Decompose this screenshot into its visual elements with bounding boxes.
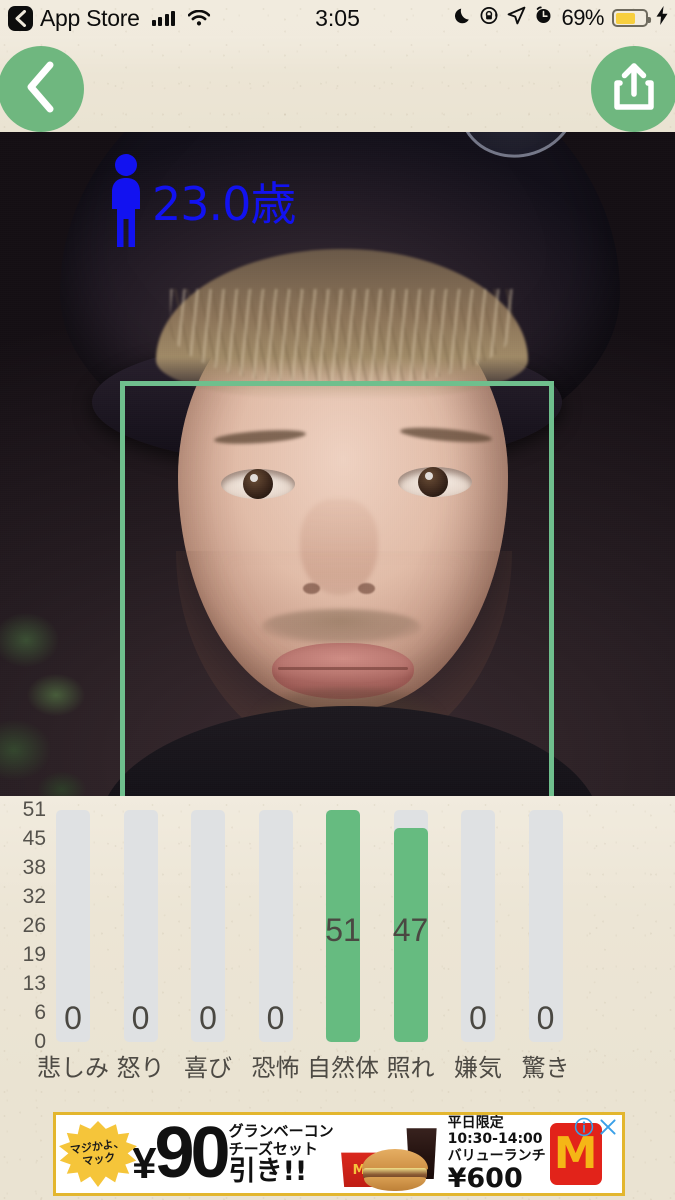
x-axis-label: 喜び	[184, 1055, 232, 1082]
chart-bar-value: 0	[536, 1000, 555, 1036]
y-axis-tick: 45	[22, 827, 46, 850]
status-bar-clock: 3:05	[315, 4, 360, 31]
chart-bar-column: 0	[56, 810, 90, 1042]
ad-offer-line-2: 10:30-14:00	[447, 1131, 543, 1148]
y-axis-tick: 19	[22, 943, 46, 966]
age-estimate-badge: 23.0歳	[104, 153, 296, 254]
burger-bun-bottom	[363, 1177, 426, 1191]
face-detection-box	[120, 381, 554, 796]
share-button[interactable]	[591, 46, 675, 132]
ad-offer-price: ¥600	[447, 1163, 523, 1195]
y-axis-tick: 26	[22, 914, 46, 937]
photo-foliage	[0, 596, 110, 796]
ad-discount-price: ¥ 90	[132, 1113, 231, 1194]
analyzed-photo[interactable]: 23.0歳	[0, 131, 675, 796]
chart-bar-column: 47	[392, 810, 429, 1042]
ad-product-line-1: グランベーコン	[228, 1121, 334, 1140]
y-axis-tick: 13	[22, 972, 46, 995]
burger-image	[361, 1149, 428, 1191]
status-bar: App Store 3:05 69%	[0, 0, 675, 36]
y-axis-tick: 6	[34, 1001, 46, 1024]
x-axis-label: 照れ	[386, 1055, 435, 1082]
x-axis-label: 自然体	[307, 1055, 379, 1082]
emotion-bar-chart: 51 45 38 32 26 19 13 6 0 0 0 0 0 51 47 0 0 悲しみ 怒り 喜び 恐怖 自然体…	[0, 796, 675, 1096]
ad-starburst: マジかよ、 マック	[56, 1115, 140, 1193]
chart-bar-column: 0	[528, 810, 563, 1042]
ad-controls	[574, 1117, 618, 1142]
chart-bar-column: 51	[325, 810, 361, 1042]
chart-bar-value: 47	[392, 912, 429, 948]
top-navigation-bar	[0, 36, 675, 132]
ad-product-name: グランベーコン チーズセット 引き!!	[229, 1115, 334, 1193]
ad-offer-line-1: 平日限定	[447, 1114, 504, 1131]
back-button[interactable]	[0, 46, 84, 132]
x-axis-label: 悲しみ	[37, 1055, 109, 1082]
y-axis-tick: 51	[22, 798, 46, 821]
chart-bar-column: 0	[123, 810, 158, 1042]
y-axis-tick: 38	[22, 856, 46, 879]
chart-bar-value: 0	[469, 1000, 487, 1036]
chart-bar-value: 0	[64, 1000, 82, 1036]
battery-low-power-icon	[612, 9, 651, 27]
ad-food-image	[336, 1115, 446, 1193]
ad-discount-amount: 90	[154, 1113, 230, 1194]
chart-bar-value: 0	[266, 1000, 285, 1036]
ad-discount-suffix: 引き!!	[228, 1156, 308, 1188]
male-person-icon	[104, 153, 148, 254]
info-circle-icon[interactable]	[574, 1117, 594, 1142]
advertisement-banner[interactable]: マジかよ、 マック ¥ 90 グランベーコン チーズセット 引き!! 平日限定 …	[53, 1112, 625, 1196]
chart-bar-value: 0	[199, 1000, 217, 1036]
x-axis-label: 怒り	[116, 1055, 165, 1082]
chart-bar-column: 0	[191, 810, 225, 1042]
x-axis-label: 恐怖	[251, 1055, 300, 1082]
x-axis-label: 嫌気	[454, 1055, 502, 1082]
chart-bar-column: 0	[258, 810, 293, 1042]
age-value-label: 23.0歳	[152, 176, 296, 231]
y-axis-tick: 32	[22, 885, 46, 908]
ad-offer-details: 平日限定 10:30-14:00 バリューランチ ¥600	[448, 1115, 546, 1193]
chart-bars: 0 0 0 0 51 47 0 0	[56, 810, 616, 1042]
close-x-icon[interactable]	[598, 1117, 618, 1142]
x-axis-label: 驚き	[521, 1055, 570, 1082]
share-upload-icon	[612, 62, 656, 117]
chart-bar-value: 0	[131, 1000, 150, 1036]
chart-bar-column: 0	[461, 810, 495, 1042]
chart-x-axis: 悲しみ 怒り 喜び 恐怖 自然体 照れ 嫌気 驚き	[37, 1048, 616, 1088]
chart-y-axis: 51 45 38 32 26 19 13 6 0	[0, 796, 52, 1053]
chart-inner: 51 45 38 32 26 19 13 6 0 0 0 0 0 51 47 0 0 悲しみ 怒り 喜び 恐怖 自然体…	[0, 796, 675, 1096]
chevron-left-icon	[23, 61, 59, 118]
chart-bar-value: 51	[325, 912, 361, 948]
